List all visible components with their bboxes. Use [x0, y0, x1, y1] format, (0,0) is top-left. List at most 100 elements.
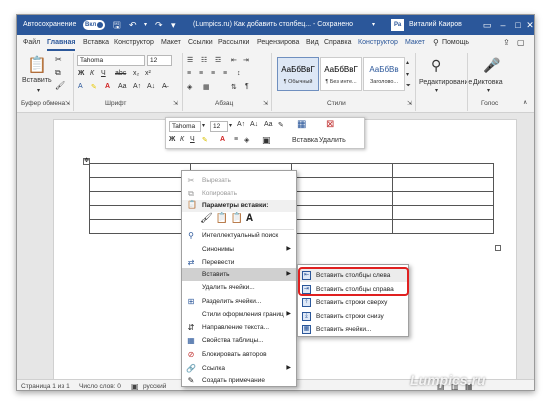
tab-review[interactable]: Рецензирова	[257, 35, 299, 51]
paste-icon[interactable]: 📋	[25, 55, 49, 75]
menu-item-synonyms[interactable]: Синонимы ▶	[182, 243, 296, 256]
ribbon-display-icon[interactable]: ▭	[479, 15, 495, 35]
subscript-icon[interactable]: x₂	[133, 70, 139, 77]
find-icon[interactable]: ⚲	[431, 57, 441, 74]
mini-size-field[interactable]: 12	[210, 121, 228, 132]
table-cell[interactable]	[89, 177, 191, 192]
style-no-spacing[interactable]: АаБбВвГ ¶ Без инте...	[320, 57, 362, 91]
autosave-toggle[interactable]: Вкл	[83, 20, 105, 30]
mini-borders-icon[interactable]: ▣	[262, 135, 271, 146]
copy-icon[interactable]: ⧉	[55, 68, 61, 78]
change-case-icon[interactable]: Aa	[118, 83, 127, 90]
menu-item-text-direction[interactable]: ⇵ Направление текста...	[182, 321, 296, 334]
lightbulb-icon[interactable]: ⚲	[433, 35, 439, 51]
multilevel-list-icon[interactable]: ☲	[215, 56, 221, 64]
tab-view[interactable]: Вид	[306, 35, 319, 51]
styles-more-icon[interactable]: ⏷	[406, 83, 411, 90]
mini-highlight-icon[interactable]: ✎	[202, 136, 208, 144]
mini-shading-icon[interactable]: ◈	[244, 136, 249, 144]
mini-insert-button[interactable]: Вставка	[292, 137, 318, 144]
tab-mailings[interactable]: Рассылки	[218, 35, 249, 51]
table-cell[interactable]	[392, 205, 494, 220]
table-cell[interactable]	[291, 219, 393, 234]
numbering-icon[interactable]: ☷	[201, 56, 207, 64]
mini-insert-table-icon[interactable]: ▦	[297, 119, 306, 130]
align-left-icon[interactable]: ≡	[187, 70, 191, 77]
shading-icon[interactable]: ◈	[187, 83, 192, 91]
table-cell[interactable]	[392, 177, 494, 192]
tab-layout[interactable]: Макет	[161, 35, 181, 51]
strikethrough-icon[interactable]: abc	[115, 70, 126, 77]
font-launcher-icon[interactable]: ⇲	[173, 100, 178, 107]
table-resize-handle[interactable]	[495, 245, 501, 251]
table-cell[interactable]	[291, 191, 393, 206]
menu-item-table-properties[interactable]: ▦ Свойства таблицы...	[182, 334, 296, 347]
align-center-icon[interactable]: ≡	[199, 70, 203, 77]
tab-references[interactable]: Ссылки	[188, 35, 213, 51]
paste-keep-formatting-icon[interactable]: 🖌	[200, 213, 213, 224]
mini-grow-font-icon[interactable]: A↑	[237, 121, 245, 128]
tab-design[interactable]: Конструктор	[114, 35, 154, 51]
mini-delete-table-icon[interactable]: ⊠	[326, 119, 334, 130]
bold-icon[interactable]: Ж	[78, 70, 84, 77]
tab-table-design[interactable]: Конструктор	[358, 35, 398, 51]
styles-scroll-up-icon[interactable]: ▴	[406, 59, 409, 66]
pilcrow-icon[interactable]: ¶	[245, 83, 249, 90]
font-name-field[interactable]: Tahoma	[77, 55, 145, 66]
mini-font-dropdown-icon[interactable]: ▾	[202, 122, 205, 129]
mini-change-case-icon[interactable]: Aa	[264, 121, 273, 128]
underline-icon[interactable]: Ч	[101, 70, 106, 77]
table-cell[interactable]	[392, 163, 494, 178]
italic-icon[interactable]: К	[90, 70, 94, 77]
line-spacing-icon[interactable]: ↕	[237, 70, 241, 77]
paste-button[interactable]: Вставить	[22, 77, 52, 84]
decrease-indent-icon[interactable]: ⇤	[231, 56, 237, 64]
table-cell[interactable]	[291, 205, 393, 220]
mini-shrink-font-icon[interactable]: A↓	[250, 121, 258, 128]
sort-icon[interactable]: ⇅	[231, 83, 237, 91]
style-heading[interactable]: АаБбВв Заголово...	[363, 57, 405, 91]
menu-item-copy[interactable]: ⧉ Копировать	[182, 187, 296, 200]
undo-dropdown-icon[interactable]: ▾	[144, 15, 147, 35]
mini-font-color-icon[interactable]: A	[220, 136, 225, 143]
style-normal[interactable]: АаБбВвГ ¶ Обычный	[277, 57, 319, 91]
mini-format-painter-icon[interactable]: ✎	[278, 121, 284, 129]
editing-dropdown-icon[interactable]: ▾	[435, 87, 438, 94]
cut-icon[interactable]: ✂	[55, 55, 62, 64]
tab-file[interactable]: Файл	[23, 35, 40, 51]
borders-icon[interactable]: ▦	[203, 83, 210, 91]
title-dropdown-icon[interactable]: ▾	[372, 15, 375, 35]
format-painter-icon[interactable]: 🖌	[55, 81, 65, 90]
mini-delete-button[interactable]: Удалить	[319, 137, 346, 144]
shrink-font-icon[interactable]: A↓	[147, 83, 155, 90]
table-cell[interactable]	[392, 219, 494, 234]
save-icon[interactable]: 🖫	[113, 15, 121, 35]
table-cell[interactable]	[89, 205, 191, 220]
menu-item-delete-cells[interactable]: Удалить ячейки...	[182, 281, 296, 294]
editing-button[interactable]: Редактирование	[419, 79, 472, 86]
mini-align-icon[interactable]: ≡	[234, 136, 238, 143]
justify-icon[interactable]: ≡	[223, 70, 227, 77]
close-icon[interactable]: ✕	[522, 15, 534, 35]
share-icon[interactable]: ⇪	[503, 35, 510, 51]
mini-size-dropdown-icon[interactable]: ▾	[229, 122, 232, 129]
menu-item-insert-rows-above[interactable]: ⤒ Вставить строки сверху	[298, 296, 408, 309]
bullets-icon[interactable]: ☰	[187, 56, 193, 64]
menu-item-new-comment[interactable]: ✎ Создать примечание	[182, 374, 296, 387]
microphone-icon[interactable]: 🎤	[483, 57, 500, 74]
menu-item-border-styles[interactable]: Стили оформления границ ▶	[182, 308, 296, 321]
tab-help[interactable]: Справка	[324, 35, 351, 51]
menu-item-smart-lookup[interactable]: ⚲ Интеллектуальный поиск	[182, 229, 296, 242]
mini-italic-icon[interactable]: К	[180, 136, 184, 143]
menu-item-insert-rows-below[interactable]: ⤓ Вставить строки снизу	[298, 310, 408, 323]
table-cell[interactable]	[89, 191, 191, 206]
mini-font-field[interactable]: Tahoma	[169, 121, 201, 132]
highlight-icon[interactable]: ✎	[91, 83, 97, 91]
paste-dropdown-icon[interactable]: ▾	[37, 87, 40, 94]
table-cell[interactable]	[291, 163, 393, 178]
paste-text-only-icon[interactable]: 𝐀	[246, 213, 253, 224]
collapse-ribbon-icon[interactable]: ∧	[523, 99, 527, 106]
tab-table-layout[interactable]: Макет	[405, 35, 425, 51]
table-cell[interactable]	[89, 219, 191, 234]
superscript-icon[interactable]: x²	[145, 70, 151, 77]
